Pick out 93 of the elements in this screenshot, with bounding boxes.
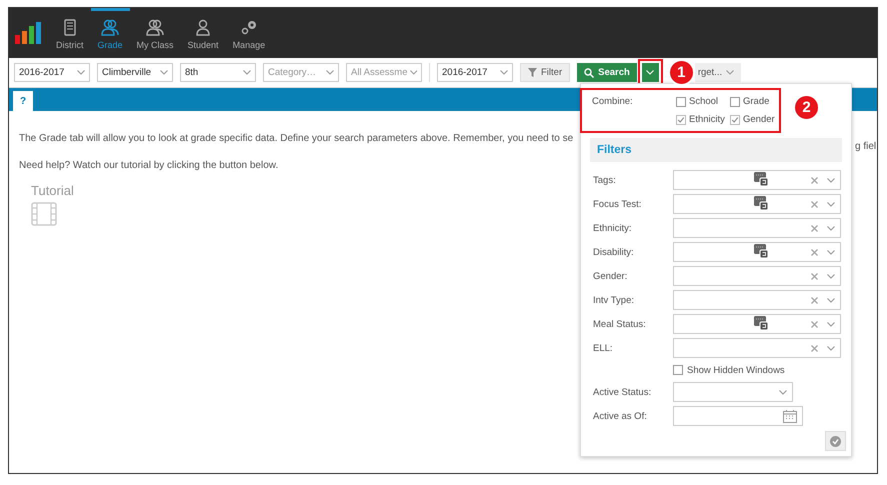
- caret-icon: [827, 202, 835, 206]
- dropdown[interactable]: Climberville: [97, 63, 173, 82]
- checkbox[interactable]: [673, 365, 683, 375]
- clear-icon[interactable]: [811, 296, 818, 304]
- filter-label: Meal Status:: [593, 318, 647, 330]
- target-button[interactable]: rget...: [694, 63, 742, 82]
- filter-label: Active as Of:: [593, 410, 648, 422]
- clear-icon[interactable]: [811, 224, 818, 232]
- person-icon: [196, 19, 210, 36]
- caret-icon: [779, 390, 787, 394]
- filter-label: Ethnicity:: [593, 222, 633, 234]
- nav-tab[interactable]: My Class: [130, 8, 181, 58]
- option-label: Gender: [743, 114, 775, 125]
- combine-label: Combine:: [592, 96, 634, 107]
- checkbox[interactable]: [730, 114, 740, 124]
- calendar-badge-icon: [754, 244, 768, 258]
- filter-field[interactable]: [673, 314, 841, 334]
- apply-button[interactable]: [825, 431, 846, 451]
- option-label: Ethnicity: [689, 114, 725, 125]
- intro-text: The Grade tab will allow you to look at grade specific data. Define your search parameters above. Remember, you need to se: [19, 133, 574, 144]
- filter-button[interactable]: Filter: [520, 63, 570, 82]
- caret-icon: [827, 274, 835, 278]
- gears-icon: [240, 19, 258, 36]
- caret-icon: [726, 70, 734, 75]
- filter-label: Tags:: [593, 174, 617, 186]
- film-icon[interactable]: [31, 202, 57, 226]
- tablet-icon: [64, 19, 76, 36]
- search-icon: [584, 68, 594, 78]
- filter-label: Disability:: [593, 246, 635, 258]
- filter-field[interactable]: [673, 290, 841, 310]
- filter-label: Active Status:: [593, 386, 652, 398]
- date-field[interactable]: [673, 406, 803, 426]
- caret-icon: [827, 322, 835, 326]
- checkbox[interactable]: [730, 96, 740, 106]
- people-icon: [146, 19, 164, 36]
- filter-label: Focus Test:: [593, 198, 642, 210]
- calendar-icon[interactable]: [783, 410, 797, 422]
- caret-icon: [827, 178, 835, 182]
- checkbox-label: Show Hidden Windows: [687, 364, 785, 376]
- filter-icon: [528, 68, 537, 77]
- option-label: Grade: [743, 96, 770, 107]
- option-label: School: [689, 96, 718, 107]
- clear-icon[interactable]: [811, 320, 818, 328]
- filter-field[interactable]: [673, 194, 841, 214]
- clear-icon[interactable]: [811, 248, 818, 256]
- caret-icon: [160, 70, 168, 75]
- logo-icon: [15, 22, 41, 44]
- clear-icon[interactable]: [811, 200, 818, 208]
- status-dropdown[interactable]: [673, 382, 793, 402]
- dropdown-button[interactable]: [642, 63, 659, 82]
- filter-field[interactable]: [673, 266, 841, 286]
- filter-field[interactable]: [673, 242, 841, 262]
- caret-icon: [410, 70, 417, 75]
- check-icon: [830, 436, 841, 446]
- caret-icon: [827, 226, 835, 230]
- people-icon: [101, 19, 119, 36]
- callout-badge: 1: [668, 59, 695, 86]
- help-tab[interactable]: ?: [13, 91, 33, 111]
- filter-field[interactable]: [673, 218, 841, 238]
- dropdown[interactable]: 2016-2017: [14, 63, 90, 82]
- help-text: Need help? Watch our tutorial by clicking the button below.: [19, 160, 280, 171]
- caret-icon: [500, 70, 508, 75]
- clear-icon[interactable]: [811, 272, 818, 280]
- filter-label: Intv Type:: [593, 294, 636, 306]
- filter-field[interactable]: [673, 170, 841, 190]
- caret-icon: [646, 70, 654, 75]
- nav-tab[interactable]: Grade: [90, 8, 130, 58]
- callout-badge: 2: [793, 94, 820, 121]
- intro-text: g fiel: [855, 141, 876, 152]
- filter-label: ELL:: [593, 342, 614, 354]
- dropdown[interactable]: 8th: [180, 63, 256, 82]
- caret-icon: [827, 346, 835, 350]
- caret-icon: [326, 70, 334, 75]
- dropdown[interactable]: 2016-2017: [437, 63, 513, 82]
- nav-tab[interactable]: Manage: [226, 8, 272, 58]
- calendar-badge-icon: [754, 316, 768, 330]
- checkbox[interactable]: [676, 96, 686, 106]
- nav-tab[interactable]: Student: [180, 8, 226, 58]
- filter-field[interactable]: [673, 338, 841, 358]
- filter-label: Gender:: [593, 270, 628, 282]
- caret-icon: [77, 70, 85, 75]
- clear-icon[interactable]: [811, 344, 818, 352]
- calendar-badge-icon: [754, 196, 768, 210]
- caret-icon: [827, 298, 835, 302]
- search-button[interactable]: Search: [577, 63, 637, 82]
- nav-tab[interactable]: District: [49, 8, 90, 58]
- clear-icon[interactable]: [811, 176, 818, 184]
- tutorial-label: Tutorial: [31, 183, 75, 198]
- calendar-badge-icon: [754, 172, 768, 186]
- filters-header: Filters: [590, 138, 842, 162]
- checkbox[interactable]: [676, 114, 686, 124]
- caret-icon: [243, 70, 251, 75]
- caret-icon: [827, 250, 835, 254]
